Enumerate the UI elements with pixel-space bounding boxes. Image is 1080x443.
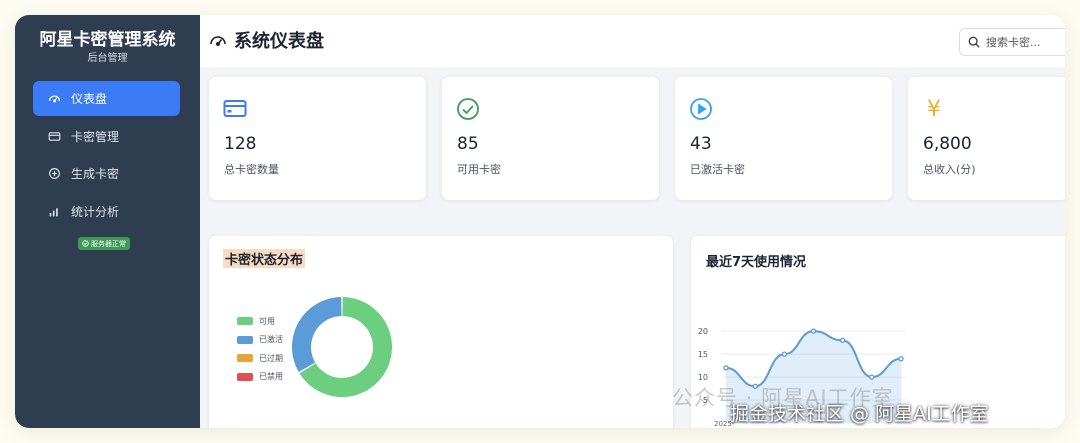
stat-card-income: ¥ 6,800 总收入(分) bbox=[908, 77, 1065, 200]
stat-card-activated: 43 已激活卡密 bbox=[675, 77, 892, 200]
y-tick-label: 10 bbox=[698, 373, 708, 382]
legend-swatch bbox=[237, 354, 253, 363]
legend-swatch bbox=[237, 372, 253, 381]
legend-label: 可用 bbox=[259, 316, 275, 326]
app-title: 阿星卡密管理系统 bbox=[39, 30, 176, 50]
line-point[interactable] bbox=[810, 328, 817, 334]
page-title: 系统仪表盘 bbox=[208, 27, 324, 53]
play-circle-icon bbox=[689, 97, 713, 121]
line-point[interactable] bbox=[869, 374, 875, 380]
bar-chart-icon bbox=[47, 204, 61, 218]
y-tick-label: 15 bbox=[698, 350, 708, 359]
card-icon bbox=[47, 129, 61, 143]
line-point[interactable] bbox=[723, 365, 729, 371]
sidebar-item-statistics[interactable]: 统计分析 bbox=[33, 194, 180, 229]
pie-legend: 可用已激活已过期已禁用 bbox=[237, 312, 283, 386]
sidebar-item-label: 卡密管理 bbox=[71, 129, 120, 144]
gauge-icon bbox=[210, 36, 226, 47]
credit-card-icon bbox=[223, 97, 247, 121]
legend-label: 已禁用 bbox=[259, 372, 283, 382]
legend-label: 已过期 bbox=[259, 353, 283, 363]
main-content: 系统仪表盘 128 总卡密数量 85 可用卡密 43 bbox=[200, 15, 1065, 428]
stat-card-total: 128 总卡密数量 bbox=[209, 77, 426, 200]
plus-circle-icon bbox=[47, 167, 61, 181]
page-title-text: 系统仪表盘 bbox=[234, 31, 324, 52]
juejin-watermark: 掘金技术社区 @ 阿星AI工作室 bbox=[730, 403, 989, 425]
legend-label: 已激活 bbox=[259, 335, 283, 345]
stat-label: 总卡密数量 bbox=[224, 163, 279, 176]
stat-value: 85 bbox=[457, 134, 479, 154]
stat-value: 128 bbox=[224, 134, 257, 154]
legend-item[interactable]: 可用 bbox=[237, 312, 283, 331]
legend-item[interactable]: 已激活 bbox=[237, 331, 283, 350]
line-point[interactable] bbox=[898, 356, 904, 362]
line-point[interactable] bbox=[781, 351, 787, 357]
search-input[interactable] bbox=[986, 35, 1065, 49]
status-distribution-panel: 卡密状态分布 可用已激活已过期已禁用 bbox=[209, 236, 673, 428]
stat-value: 43 bbox=[690, 134, 712, 154]
sidebar-item-label: 仪表盘 bbox=[71, 92, 108, 106]
yen-icon: ¥ bbox=[927, 96, 941, 122]
stat-card-available: 85 可用卡密 bbox=[442, 77, 659, 200]
line-point[interactable] bbox=[840, 337, 846, 344]
status-donut-chart bbox=[292, 297, 392, 397]
app-subtitle: 后台管理 bbox=[87, 53, 128, 64]
legend-swatch bbox=[237, 317, 253, 326]
gauge-icon bbox=[47, 92, 61, 106]
check-circle-icon bbox=[82, 240, 89, 247]
search-box[interactable] bbox=[959, 28, 1065, 56]
sidebar-item-dashboard[interactable]: 仪表盘 bbox=[33, 81, 180, 116]
legend-swatch bbox=[237, 335, 253, 344]
sidebar-item-label: 统计分析 bbox=[71, 204, 120, 219]
stat-label: 总收入(分) bbox=[923, 163, 976, 176]
y-tick-label: 20 bbox=[698, 327, 708, 336]
server-status-badge: 服务器正常 bbox=[78, 237, 130, 250]
sidebar: 阿星卡密管理系统 后台管理 仪表盘 卡密管理 生成卡密 统计分析 服务器正常 bbox=[15, 15, 200, 428]
legend-item[interactable]: 已过期 bbox=[237, 349, 283, 368]
app-window: 阿星卡密管理系统 后台管理 仪表盘 卡密管理 生成卡密 统计分析 服务器正常 系… bbox=[15, 15, 1065, 428]
legend-item[interactable]: 已禁用 bbox=[237, 368, 283, 387]
sidebar-item-label: 生成卡密 bbox=[71, 167, 120, 181]
panel-title: 卡密状态分布 bbox=[223, 249, 306, 268]
server-status-text: 服务器正常 bbox=[91, 239, 126, 248]
sidebar-item-generate-card[interactable]: 生成卡密 bbox=[33, 156, 180, 191]
top-bar: 系统仪表盘 bbox=[200, 15, 1065, 67]
stat-value: 6,800 bbox=[923, 134, 972, 154]
check-circle-icon bbox=[456, 97, 480, 121]
pie-slice[interactable] bbox=[292, 297, 342, 373]
stat-label: 已激活卡密 bbox=[690, 163, 745, 176]
sidebar-nav: 仪表盘 卡密管理 生成卡密 统计分析 bbox=[33, 81, 180, 231]
sidebar-item-card-management[interactable]: 卡密管理 bbox=[33, 119, 180, 154]
stat-label: 可用卡密 bbox=[457, 163, 501, 176]
search-icon bbox=[968, 36, 980, 48]
